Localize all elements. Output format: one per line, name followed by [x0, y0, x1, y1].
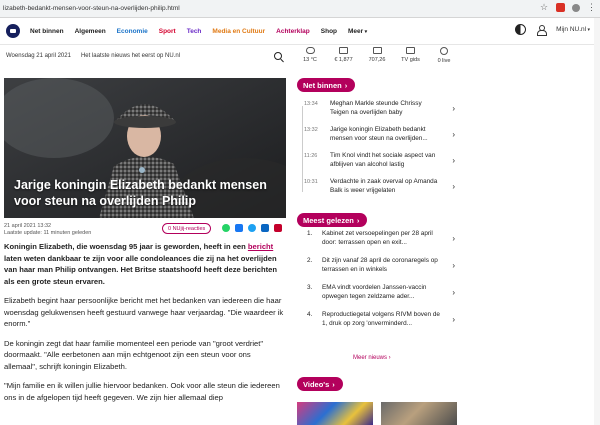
- url-text[interactable]: lizabeth-bedankt-mensen-voor-steun-na-ov…: [0, 5, 520, 12]
- weather-widget[interactable]: 13 °C: [297, 47, 323, 64]
- article-paragraph: De koningin zegt dat haar familie moment…: [4, 338, 264, 371]
- linkedin-icon[interactable]: [261, 224, 269, 232]
- meest-gelezen-list: 1. Kabinet zet versoepelingen per 28 apr…: [297, 230, 457, 338]
- chevron-right-icon: ›: [452, 156, 455, 165]
- facebook-icon[interactable]: [235, 224, 243, 232]
- article-title: Jarige koningin Elizabeth bedankt mensen…: [14, 178, 267, 208]
- nu-logo[interactable]: [6, 24, 20, 38]
- list-item[interactable]: 13:34 Meghan Markle steunde Chrissy Teig…: [297, 100, 457, 126]
- my-nu-menu[interactable]: Mijn NU.nl: [556, 26, 590, 33]
- live-icon: [440, 47, 448, 55]
- list-item[interactable]: 1. Kabinet zet versoepelingen per 28 apr…: [297, 230, 457, 257]
- live-widget[interactable]: 0 live: [431, 47, 457, 64]
- net-binnen-heading[interactable]: Net binnen: [297, 78, 356, 92]
- nav-item-shop[interactable]: Shop: [321, 28, 337, 35]
- current-date: Woensdag 21 april 2021: [6, 53, 71, 59]
- list-item[interactable]: 13:32 Jarige koningin Elizabeth bedankt …: [297, 126, 457, 152]
- header-right: Mijn NU.nl: [515, 24, 590, 36]
- search-icon[interactable]: [274, 52, 282, 60]
- meest-gelezen-heading[interactable]: Meest gelezen: [297, 213, 368, 227]
- video-thumbnail[interactable]: [297, 402, 373, 425]
- whatsapp-icon[interactable]: [222, 224, 230, 232]
- last-update: Laatste update: 11 minuten geleden: [4, 230, 92, 237]
- article-hero: Jarige koningin Elizabeth bedankt mensen…: [4, 78, 286, 218]
- chevron-right-icon: ›: [452, 315, 455, 324]
- chevron-right-icon: ›: [452, 288, 455, 297]
- chevron-right-icon: ›: [452, 182, 455, 191]
- article-body: Koningin Elizabeth, die woensdag 95 jaar…: [4, 241, 284, 411]
- chevron-right-icon: ›: [452, 234, 455, 243]
- nav-item-algemeen[interactable]: Algemeen: [75, 28, 106, 35]
- list-item[interactable]: 10:31 Verdachte in zaak overval op Amand…: [297, 178, 457, 204]
- main-nav: Net binnen Algemeen Economie Sport Tech …: [30, 28, 378, 35]
- bookmark-star-icon[interactable]: ☆: [540, 3, 549, 12]
- list-item[interactable]: 11:26 Tim Knol vindt het sociale aspect …: [297, 152, 457, 178]
- user-icon[interactable]: [536, 24, 548, 36]
- chevron-right-icon: ›: [452, 130, 455, 139]
- twitter-icon[interactable]: [248, 224, 256, 232]
- chevron-right-icon: ›: [452, 261, 455, 270]
- profile-icon[interactable]: [572, 3, 580, 12]
- nav-item-tech[interactable]: Tech: [187, 28, 202, 35]
- share-bar: [222, 224, 282, 232]
- mail-icon[interactable]: [274, 224, 282, 232]
- video-thumbnail[interactable]: [381, 402, 457, 425]
- list-item[interactable]: 2. Dit zijn vanaf 28 april de coronarege…: [297, 257, 457, 284]
- dark-mode-toggle-icon[interactable]: [515, 24, 527, 35]
- site-header: Net binnen Algemeen Economie Sport Tech …: [0, 18, 600, 45]
- exchange-widget[interactable]: 707,26: [364, 47, 390, 64]
- list-item[interactable]: 3. EMA vindt voordelen Janssen-vaccin op…: [297, 284, 457, 311]
- article-meta: 21 april 2021 13:32 Laatste update: 11 m…: [4, 223, 91, 237]
- tv-guide-widget[interactable]: TV gids: [398, 47, 424, 64]
- nav-item-economie[interactable]: Economie: [117, 28, 148, 35]
- net-binnen-list: 13:34 Meghan Markle steunde Chrissy Teig…: [297, 100, 457, 204]
- chevron-right-icon: ›: [452, 104, 455, 113]
- tagline: Het laatste nieuws het eerst op NU.nl: [80, 53, 180, 59]
- videos-heading[interactable]: Video's: [297, 377, 343, 391]
- nav-item-meer[interactable]: Meer: [348, 28, 367, 35]
- nav-item-net-binnen[interactable]: Net binnen: [30, 28, 64, 35]
- nav-item-achterklap[interactable]: Achterklap: [276, 28, 310, 35]
- nav-item-media-en-cultuur[interactable]: Media en Cultuur: [212, 28, 265, 35]
- nav-item-sport[interactable]: Sport: [159, 28, 176, 35]
- fuel-icon: [339, 47, 348, 54]
- chart-icon: [372, 47, 382, 54]
- published-date: 21 april 2021 13:32: [4, 223, 52, 229]
- video-thumbnails: [297, 402, 457, 425]
- article-paragraph: Elizabeth begint haar persoonlijke beric…: [4, 296, 284, 329]
- tv-icon: [406, 47, 415, 54]
- article-paragraph: "Mijn familie en ik willen jullie hiervo…: [4, 381, 280, 402]
- list-item[interactable]: 4. Reproductiegetal volgens RIVM boven d…: [297, 311, 457, 338]
- nujij-reactions-button[interactable]: 0 NUjij-reacties: [162, 223, 212, 234]
- weather-icon: [305, 47, 315, 54]
- browser-address-bar[interactable]: lizabeth-bedankt-mensen-voor-steun-na-ov…: [0, 0, 600, 18]
- browser-toolbar: ☆ ⋮: [540, 3, 596, 12]
- more-news-link[interactable]: Meer nieuws: [353, 355, 391, 361]
- page-scrollbar[interactable]: [594, 18, 600, 425]
- date-bar: Woensdag 21 april 2021 Het laatste nieuw…: [0, 45, 290, 67]
- browser-menu-icon[interactable]: ⋮: [587, 3, 596, 12]
- extension-icon[interactable]: [556, 3, 565, 12]
- bericht-link[interactable]: bericht: [248, 242, 273, 251]
- info-widgets: 13 °C € 1,877 707,26 TV gids 0 live: [297, 47, 457, 64]
- aex-widget[interactable]: € 1,877: [331, 47, 357, 64]
- article-lead: Koningin Elizabeth, die woensdag 95 jaar…: [4, 242, 278, 286]
